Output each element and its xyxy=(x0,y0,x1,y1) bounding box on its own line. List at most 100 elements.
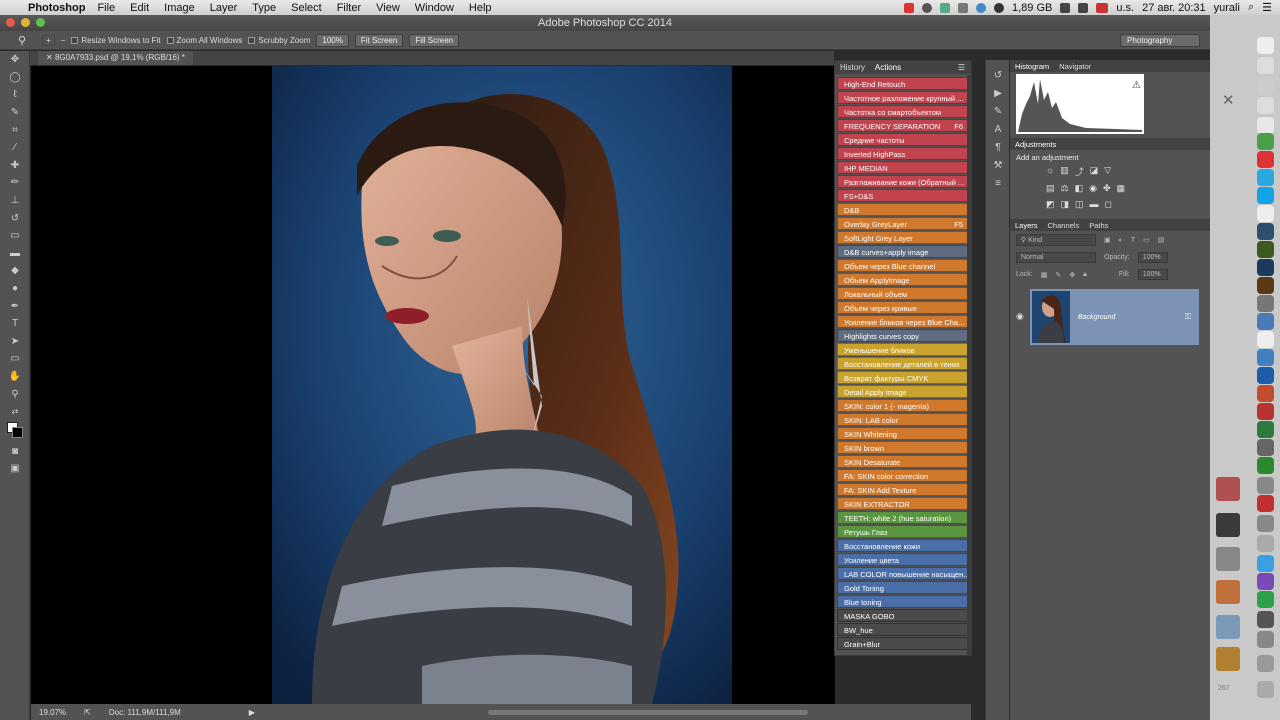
lock-paint-icon[interactable]: ✎ xyxy=(1055,271,1061,279)
eraser-tool-icon[interactable]: ▭ xyxy=(0,227,30,245)
color-swatches[interactable] xyxy=(0,420,30,442)
scrubby-zoom-checkbox[interactable]: Scrubby Zoom xyxy=(248,36,310,45)
hand-tool-icon[interactable]: ✋ xyxy=(0,368,30,386)
vibrance-icon[interactable]: ▽ xyxy=(1104,165,1111,178)
action-item[interactable]: Grain+Blur xyxy=(837,637,969,650)
record-icon[interactable] xyxy=(904,2,914,13)
menu-layer[interactable]: Layer xyxy=(210,2,238,14)
lock-move-icon[interactable]: ✥ xyxy=(1069,271,1075,279)
dodge-tool-icon[interactable]: ● xyxy=(0,280,30,298)
action-item[interactable]: FREQUENCY SEPARATION F6 xyxy=(837,119,969,132)
tab-histogram[interactable]: Histogram xyxy=(1015,62,1049,71)
dock-app-icon[interactable] xyxy=(1257,37,1274,54)
menu-view[interactable]: View xyxy=(376,2,400,14)
notifications-icon[interactable]: ☰ xyxy=(1262,1,1272,14)
action-item[interactable]: Gold Toning xyxy=(837,581,969,594)
dock-app-icon[interactable] xyxy=(1257,439,1274,456)
gradient-map-icon[interactable]: ▬ xyxy=(1090,199,1099,210)
action-item[interactable]: LAB COLOR повышение насыщен... xyxy=(837,567,969,580)
exposure-icon[interactable]: ◪ xyxy=(1090,165,1099,178)
dock-app-icon[interactable] xyxy=(1257,555,1274,572)
action-item[interactable]: Detail Apply Image xyxy=(837,385,969,398)
action-item[interactable]: Объем через Blue channel xyxy=(837,259,969,272)
action-item[interactable]: D&B xyxy=(837,203,969,216)
tab-history[interactable]: History xyxy=(840,63,865,72)
close-window-button[interactable] xyxy=(6,18,15,27)
channel-mixer-icon[interactable]: ✤ xyxy=(1103,183,1111,194)
action-item[interactable]: Частотное разложение крупный ... xyxy=(837,91,969,104)
visibility-eye-icon[interactable]: ◉ xyxy=(1016,311,1024,322)
zoom-level[interactable]: 19.07% xyxy=(39,708,66,717)
user-name[interactable]: yurali xyxy=(1214,2,1240,14)
tab-channels[interactable]: Channels xyxy=(1048,221,1080,230)
levels-icon[interactable]: ▥ xyxy=(1060,165,1069,178)
dock-app-icon[interactable] xyxy=(1257,591,1274,608)
viber-dock-icon[interactable] xyxy=(1257,573,1274,590)
filter-smart-icon[interactable]: ▤ xyxy=(1158,236,1165,244)
skype-dock-icon[interactable] xyxy=(1257,187,1274,204)
zoom-in-icon[interactable]: + xyxy=(42,34,55,46)
bridge-dock-icon[interactable] xyxy=(1257,277,1274,294)
zoom-tool-icon[interactable]: ⚲ xyxy=(18,34,26,47)
memory-indicator[interactable]: 1,89 GB xyxy=(1012,2,1052,14)
healing-tool-icon[interactable]: ✚ xyxy=(0,157,30,175)
app-menu[interactable]: Photoshop xyxy=(28,2,85,14)
action-item[interactable]: SKIN brown xyxy=(837,441,969,454)
background-color[interactable] xyxy=(12,427,23,439)
threshold-icon[interactable]: ◫ xyxy=(1075,199,1084,210)
dock-app-icon[interactable] xyxy=(1257,313,1274,330)
wifi-icon[interactable] xyxy=(1078,2,1089,13)
document-canvas[interactable] xyxy=(31,66,835,704)
sync-icon[interactable] xyxy=(940,2,950,13)
posterize-icon[interactable]: ◨ xyxy=(1061,199,1070,210)
swap-colors-icon[interactable]: ⇄ xyxy=(0,403,30,421)
pen-tool-icon[interactable]: ✒ xyxy=(0,297,30,315)
document-tab[interactable]: ✕ 8G0A7933.psd @ 19,1% (RGB/16) * xyxy=(38,51,193,65)
action-item[interactable]: TEETH: white 2 (hue saturation) xyxy=(837,511,969,524)
bw-icon[interactable]: ◧ xyxy=(1075,183,1084,194)
zoom-out-icon[interactable]: − xyxy=(61,36,66,45)
filter-type-icon[interactable]: T xyxy=(1131,237,1135,244)
action-item[interactable]: Blue toning xyxy=(837,595,969,608)
status-icon[interactable] xyxy=(922,2,932,13)
action-item[interactable]: Средние частоты xyxy=(837,133,969,146)
dock-app-icon[interactable] xyxy=(1257,477,1274,494)
color-balance-icon[interactable]: ⚖ xyxy=(1061,183,1069,194)
action-item[interactable]: FA: SKIN color correction xyxy=(837,469,969,482)
action-item[interactable]: Частотка со смартобъектом xyxy=(837,105,969,118)
photo-thumbnail-4[interactable] xyxy=(1216,580,1240,604)
brush-tool-icon[interactable]: ✏ xyxy=(0,174,30,192)
opacity-input[interactable]: 100% xyxy=(1137,252,1168,263)
tab-paths[interactable]: Paths xyxy=(1089,221,1108,230)
menu-window[interactable]: Window xyxy=(415,2,454,14)
status-menu-arrow-icon[interactable]: ▶ xyxy=(249,708,255,717)
action-item[interactable]: Inverted HighPass xyxy=(837,147,969,160)
action-item[interactable]: Ретушь Глаз xyxy=(837,525,969,538)
action-item[interactable]: Разглаживание кожи (Обратный ... xyxy=(837,175,969,188)
action-item[interactable]: Overlay GreyLayer F5 xyxy=(837,217,969,230)
layer-kind-filter[interactable]: ⚲ Kind xyxy=(1016,234,1096,246)
dock-app-icon[interactable] xyxy=(1257,403,1274,420)
quick-select-tool-icon[interactable]: ✎ xyxy=(0,104,30,122)
input-locale[interactable]: u.s. xyxy=(1116,2,1134,14)
paragraph-panel-icon[interactable]: ¶ xyxy=(986,138,1010,156)
photo-thumbnail-1[interactable] xyxy=(1216,477,1240,501)
path-select-tool-icon[interactable]: ➤ xyxy=(0,333,30,351)
type-tool-icon[interactable]: T xyxy=(0,315,30,333)
action-item[interactable]: SKIN Whitening xyxy=(837,427,969,440)
workspace-select[interactable]: Photography xyxy=(1120,33,1200,47)
dock-app-icon[interactable] xyxy=(1257,169,1274,186)
export-icon[interactable]: ⇱ xyxy=(84,708,91,717)
flag-icon[interactable] xyxy=(1096,2,1109,13)
close-overlay-icon[interactable]: ✕ xyxy=(1222,91,1235,109)
shazam-icon[interactable] xyxy=(994,2,1004,13)
downloads-dock-icon[interactable] xyxy=(1257,655,1274,672)
menu-help[interactable]: Help xyxy=(469,2,492,14)
stamp-tool-icon[interactable]: ⊥ xyxy=(0,192,30,210)
action-item[interactable]: IHP MEDIAN xyxy=(837,161,969,174)
move-tool-icon[interactable]: ✥ xyxy=(0,51,30,69)
word-dock-icon[interactable] xyxy=(1257,367,1274,384)
properties-panel-icon[interactable]: ≡ xyxy=(986,174,1010,192)
dock-app-icon[interactable] xyxy=(1257,457,1274,474)
action-item[interactable]: SoftLight Grey Layer xyxy=(837,231,969,244)
